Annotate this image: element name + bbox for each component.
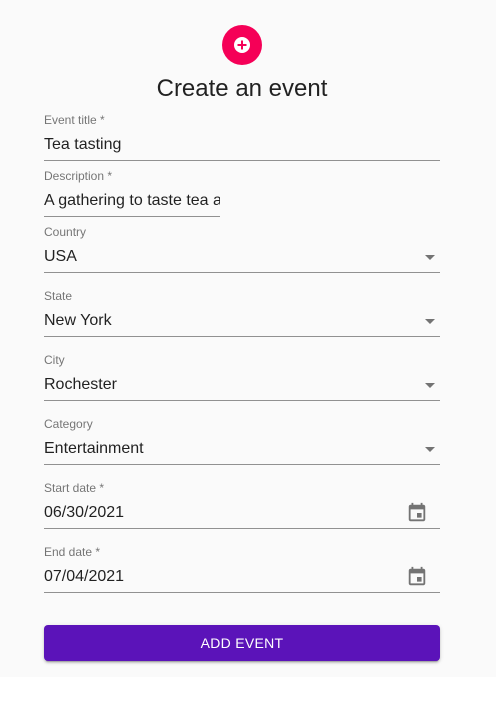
- country-value[interactable]: USA: [44, 246, 77, 268]
- event-title-input[interactable]: Tea tasting: [44, 134, 121, 156]
- state-underline: [44, 336, 440, 337]
- description-label: Description *: [44, 169, 113, 183]
- category-underline: [44, 464, 440, 465]
- avatar: [222, 25, 262, 65]
- city-select[interactable]: City Rochester: [44, 353, 440, 401]
- event-title-label: Event title *: [44, 113, 105, 127]
- end-date-label: End date *: [44, 545, 101, 559]
- event-title-underline: [44, 160, 440, 161]
- city-underline: [44, 400, 440, 401]
- state-value[interactable]: New York: [44, 310, 112, 332]
- chevron-down-icon[interactable]: [425, 319, 435, 324]
- chevron-down-icon[interactable]: [425, 255, 435, 260]
- category-label: Category: [44, 417, 93, 431]
- end-date-field[interactable]: End date * 07/04/2021: [44, 545, 440, 593]
- chevron-down-icon[interactable]: [425, 447, 435, 452]
- calendar-icon[interactable]: [406, 566, 428, 588]
- country-select[interactable]: Country USA: [44, 225, 440, 273]
- start-date-underline: [44, 528, 440, 529]
- form-page: Create an event Event title * Tea tastin…: [0, 0, 496, 677]
- category-select[interactable]: Category Entertainment: [44, 417, 440, 465]
- country-label: Country: [44, 225, 87, 239]
- category-value[interactable]: Entertainment: [44, 438, 144, 460]
- city-label: City: [44, 353, 65, 367]
- end-date-input[interactable]: 07/04/2021: [44, 566, 124, 588]
- state-select[interactable]: State New York: [44, 289, 440, 337]
- end-date-underline: [44, 592, 440, 593]
- description-input[interactable]: A gathering to taste tea a: [44, 190, 220, 212]
- calendar-icon[interactable]: [406, 502, 428, 524]
- state-label: State: [44, 289, 73, 303]
- start-date-field[interactable]: Start date * 06/30/2021: [44, 481, 440, 529]
- country-underline: [44, 272, 440, 273]
- description-underline: [44, 216, 220, 217]
- city-value[interactable]: Rochester: [44, 374, 117, 396]
- chevron-down-icon[interactable]: [425, 383, 435, 388]
- description-field[interactable]: Description * A gathering to taste tea a: [44, 169, 220, 217]
- add-circle-icon: [234, 37, 250, 53]
- add-event-button[interactable]: ADD EVENT: [44, 625, 440, 661]
- event-title-field[interactable]: Event title * Tea tasting: [44, 113, 440, 161]
- start-date-label: Start date *: [44, 481, 105, 495]
- start-date-input[interactable]: 06/30/2021: [44, 502, 124, 524]
- page-title: Create an event: [156, 75, 328, 102]
